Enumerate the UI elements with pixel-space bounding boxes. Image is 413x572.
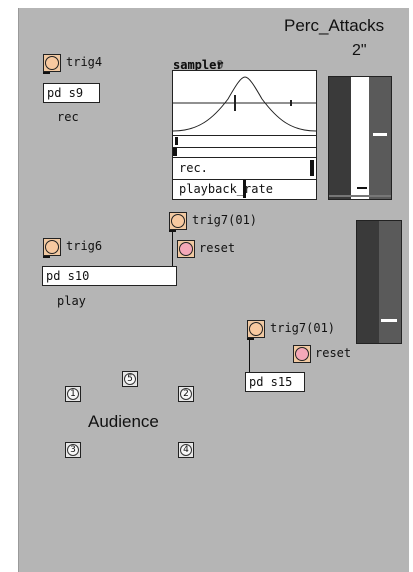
reset-bang-icon[interactable]	[177, 240, 195, 258]
level-meter-bottom[interactable]	[356, 220, 402, 344]
waveform-display	[173, 76, 316, 132]
patch-canvas[interactable]: Perc_Attacks 2" trig4 pd s9 rec sample9 …	[18, 8, 409, 572]
audience-label: Audience	[88, 412, 159, 431]
audience-number-3[interactable]: 3	[65, 442, 81, 458]
trig6-label: trig6	[66, 239, 103, 253]
rec-caption: rec	[57, 110, 79, 124]
rec-row-label: rec.	[179, 161, 208, 175]
patch-title: Perc_Attacks	[284, 16, 385, 35]
audience-number-5[interactable]: 5	[122, 371, 138, 387]
trig4-label: trig4	[66, 55, 103, 69]
duration-label: 2"	[352, 42, 367, 59]
pd-s9-object[interactable]: pd s9	[43, 83, 100, 103]
top-slider-handle[interactable]	[373, 133, 387, 136]
sampler-range-bar[interactable]	[173, 147, 316, 157]
audience-number-2[interactable]: 2	[178, 386, 194, 402]
reset-second-bang-icon[interactable]	[293, 345, 311, 363]
trig6-bang-icon[interactable]	[43, 238, 61, 258]
sampler-array[interactable]: rec. playback_rate	[172, 70, 317, 200]
pd-s15-object[interactable]: pd s15	[245, 372, 305, 392]
playback-rate-row[interactable]: playback_rate	[173, 179, 316, 199]
sampler-position-bar[interactable]	[173, 135, 316, 147]
play-caption: play	[57, 294, 86, 308]
rec-row[interactable]: rec.	[173, 157, 316, 179]
reset-label: reset	[199, 241, 236, 255]
audience-number-1[interactable]: 1	[65, 386, 81, 402]
trig7-second-bang-icon[interactable]	[247, 320, 265, 340]
level-meter-top[interactable]	[328, 76, 392, 200]
reset-second-label: reset	[315, 346, 352, 360]
pd-s10-object[interactable]: pd s10	[42, 266, 177, 286]
trig7-bang-icon[interactable]	[169, 212, 187, 232]
trig7-second-label: trig7(01)	[270, 321, 336, 335]
audience-number-4[interactable]: 4	[178, 442, 194, 458]
trig7-label: trig7(01)	[192, 213, 258, 227]
trig4-bang-icon[interactable]	[43, 54, 61, 74]
bottom-slider-handle[interactable]	[381, 319, 397, 322]
playback-rate-label: playback_rate	[179, 182, 273, 196]
